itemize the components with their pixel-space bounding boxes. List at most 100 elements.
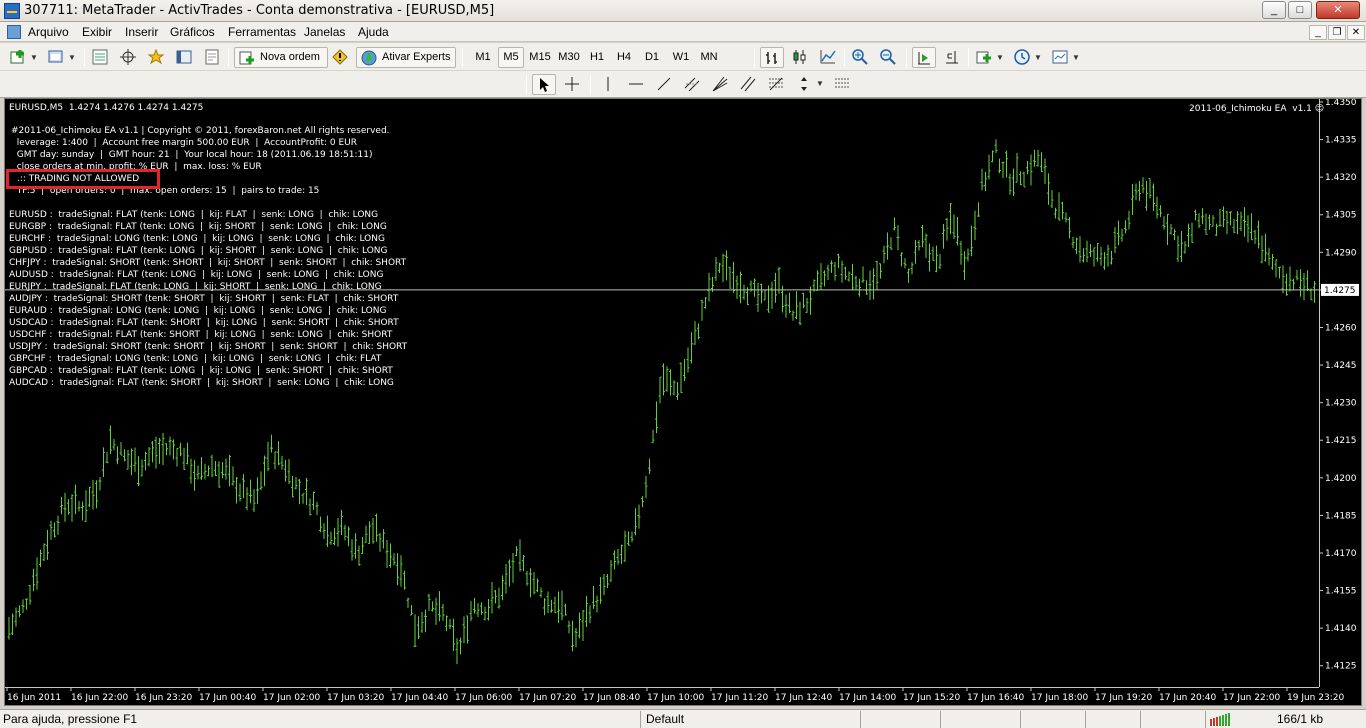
time-tick-label: 17 Jun 08:40 (583, 693, 640, 703)
chevron-down-icon[interactable]: ▼ (1034, 53, 1042, 62)
gann-fan-icon[interactable] (712, 76, 728, 92)
equidistant-channel-icon[interactable] (684, 76, 700, 92)
warning-icon[interactable] (332, 49, 348, 65)
child-minimize-button[interactable]: _ (1309, 25, 1327, 40)
timeframe-m5-button[interactable]: M5 (498, 47, 524, 68)
price-tick-label: 1.4335 (1325, 136, 1357, 146)
price-tick-label: 1.4290 (1325, 248, 1357, 258)
price-tick-label: 1.4260 (1325, 323, 1357, 333)
new-order-button[interactable]: Nova ordem (234, 47, 328, 68)
timeframe-m30-button[interactable]: M30 (555, 47, 583, 68)
child-close-button[interactable]: ✕ (1347, 25, 1365, 40)
menu-ajuda[interactable]: Ajuda (358, 25, 389, 39)
favorites-star-icon[interactable] (148, 49, 164, 65)
timeframe-h4-button[interactable]: H4 (611, 47, 637, 68)
bar-chart-button[interactable] (760, 47, 784, 68)
trade-signal-row: AUDJPY : tradeSignal: SHORT (tenk: SHORT… (9, 294, 399, 304)
time-tick-label: 17 Jun 11:20 (711, 693, 768, 703)
parallel-lines-icon[interactable] (740, 76, 756, 92)
timeframe-d1-button[interactable]: D1 (639, 47, 665, 68)
menu-graficos[interactable]: Gráficos (170, 25, 215, 39)
chevron-down-icon[interactable]: ▼ (816, 79, 824, 88)
trade-signal-row: EURGBP : tradeSignal: FLAT (tenk: LONG |… (9, 222, 387, 232)
strategy-tester-icon[interactable] (204, 49, 220, 65)
status-divider (1085, 711, 1086, 728)
zoom-out-icon[interactable] (880, 49, 896, 65)
status-divider (640, 711, 641, 728)
line-chart-icon[interactable] (820, 49, 836, 65)
timeframe-m1-button[interactable]: M1 (470, 47, 496, 68)
menu-ferramentas[interactable]: Ferramentas (228, 25, 296, 39)
new-order-icon (239, 51, 254, 65)
chart-window-icon[interactable] (7, 25, 21, 39)
cursor-button[interactable] (532, 74, 556, 95)
status-divider (940, 711, 941, 728)
time-tick-label: 17 Jun 07:20 (519, 693, 576, 703)
menu-arquivo[interactable]: Arquivo (28, 25, 69, 39)
menu-exibir[interactable]: Exibir (82, 25, 112, 39)
timeframe-mn-button[interactable]: MN (696, 47, 722, 68)
timeframe-h1-button[interactable]: H1 (584, 47, 610, 68)
trade-signal-row: USDCAD : tradeSignal: FLAT (tenk: SHORT … (9, 318, 399, 328)
fibonacci-expansion-icon[interactable] (834, 76, 850, 92)
fibonacci-retracement-icon[interactable] (768, 76, 784, 92)
trade-signal-row: AUDCAD : tradeSignal: FLAT (tenk: SHORT … (9, 378, 394, 388)
price-chart[interactable]: 1.4350 1.4335 1.4320 1.4305 1.4290 1.4275 1.42… (4, 98, 1362, 706)
chart-shift-icon[interactable] (944, 49, 960, 65)
time-tick-label: 16 Jun 2011 (7, 693, 61, 703)
trade-signal-row: GBPCAD : tradeSignal: FLAT (tenk: LONG |… (9, 366, 393, 376)
expert-advisor-icon (361, 50, 377, 66)
connection-status-icon[interactable] (1210, 713, 1234, 726)
drawing-toolbar: ▼ (0, 71, 1366, 98)
trade-signals-list: EURUSD : tradeSignal: FLAT (tenk: LONG |… (9, 209, 407, 389)
trade-signal-row: EURCHF : tradeSignal: LONG (tenk: LONG |… (9, 234, 385, 244)
minimize-button[interactable]: _ (1262, 1, 1286, 19)
time-tick-label: 17 Jun 00:40 (199, 693, 256, 703)
chevron-down-icon[interactable]: ▼ (1072, 53, 1080, 62)
trendline-icon[interactable] (656, 76, 672, 92)
price-tick-label: 1.4170 (1325, 549, 1357, 559)
new-chart-icon[interactable] (10, 49, 26, 65)
close-button[interactable]: ✕ (1316, 1, 1360, 19)
crosshair-icon[interactable] (564, 76, 580, 92)
time-tick-label: 17 Jun 19:20 (1095, 693, 1152, 703)
candlestick-chart-icon[interactable] (792, 49, 808, 65)
timeframe-m15-button[interactable]: M15 (526, 47, 554, 68)
profile-name[interactable]: Default (646, 712, 684, 726)
market-watch-icon[interactable] (92, 49, 108, 65)
horizontal-line-icon[interactable] (628, 76, 644, 92)
chevron-down-icon[interactable]: ▼ (30, 53, 38, 62)
price-tick-label: 1.4155 (1325, 587, 1357, 597)
arrows-icon[interactable] (796, 76, 812, 92)
maximize-button[interactable]: □ (1288, 1, 1312, 19)
toolbar-separator (968, 48, 969, 67)
toolbar-separator (906, 48, 907, 67)
vertical-line-icon[interactable] (600, 76, 616, 92)
chevron-down-icon[interactable]: ▼ (68, 53, 76, 62)
terminal-icon[interactable] (176, 49, 192, 65)
ea-info-line: GMT day: sunday | GMT hour: 21 | Your lo… (11, 150, 373, 160)
price-tick-label: 1.4230 (1325, 399, 1357, 409)
child-restore-button[interactable]: ❐ (1328, 25, 1346, 40)
trade-signal-row: EURJPY : tradeSignal: FLAT (tenk: LONG |… (9, 282, 382, 292)
status-divider (860, 711, 861, 728)
templates-icon[interactable] (1052, 49, 1068, 65)
profiles-icon[interactable] (48, 49, 64, 65)
trade-signal-row: GBPCHF : tradeSignal: LONG (tenk: LONG |… (9, 354, 382, 364)
menu-inserir[interactable]: Inserir (125, 25, 158, 39)
timeframe-w1-button[interactable]: W1 (667, 47, 695, 68)
toolbar-separator (462, 48, 463, 67)
periods-clock-icon[interactable] (1014, 49, 1030, 65)
title-bar: 307711: MetaTrader - ActivTrades - Conta… (0, 0, 1366, 22)
enable-experts-button[interactable]: Ativar Experts (356, 47, 456, 68)
indicators-icon[interactable] (976, 49, 992, 65)
menu-janelas[interactable]: Janelas (304, 25, 345, 39)
zoom-in-icon[interactable] (852, 49, 868, 65)
price-tick-label: 1.4350 (1325, 99, 1357, 108)
new-order-label: Nova ordem (260, 51, 320, 63)
price-tick-label: 1.4185 (1325, 511, 1357, 521)
chevron-down-icon[interactable]: ▼ (996, 53, 1004, 62)
crosshair-navigator-icon[interactable] (120, 49, 136, 65)
price-tick-label: 1.4320 (1325, 173, 1357, 183)
autoscroll-button[interactable] (912, 47, 936, 68)
